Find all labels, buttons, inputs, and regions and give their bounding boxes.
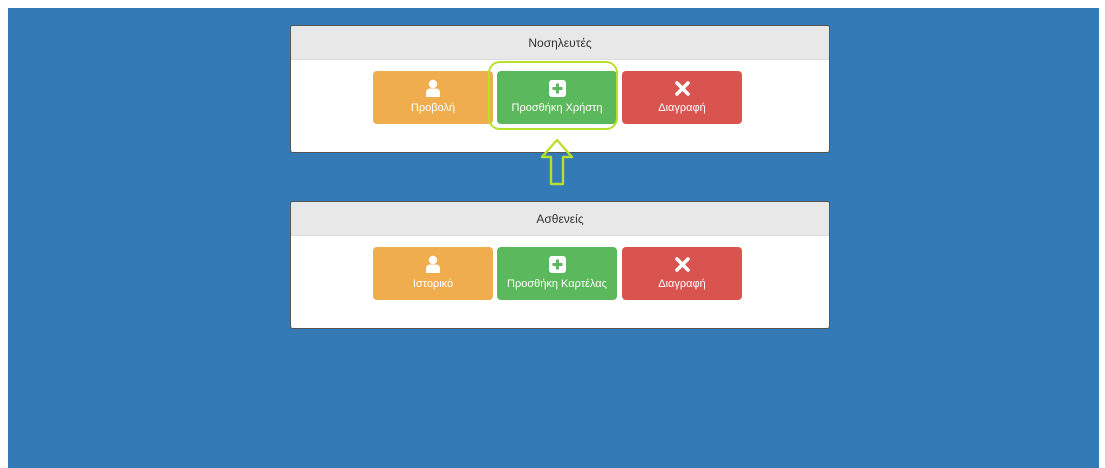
up-arrow-icon (540, 138, 574, 186)
view-button[interactable]: Προβολή (373, 71, 493, 124)
panel-title: Ασθενείς (291, 202, 829, 236)
panel-title: Νοσηλευτές (291, 26, 829, 60)
delete-nurse-button[interactable]: Διαγραφή (622, 71, 742, 124)
panel-patients: Ασθενείς Ιστορικό Προσθήκη Καρτέλας Διαγ… (290, 201, 830, 329)
add-record-button[interactable]: Προσθήκη Καρτέλας (497, 247, 617, 300)
delete-patient-button[interactable]: Διαγραφή (622, 247, 742, 300)
plus-square-icon (548, 253, 566, 275)
page-background: Νοσηλευτές Προβολή Προσθήκη Χρήστη Διαγρ… (8, 8, 1099, 468)
close-icon (674, 77, 690, 99)
user-icon (426, 77, 440, 99)
delete-patient-button-label: Διαγραφή (658, 278, 706, 290)
close-icon (674, 253, 690, 275)
view-button-label: Προβολή (410, 102, 456, 114)
history-button-label: Ιστορικό (412, 278, 454, 290)
highlight-ring (488, 61, 618, 130)
user-icon (426, 253, 440, 275)
history-button[interactable]: Ιστορικό (373, 247, 493, 300)
button-row: Ιστορικό Προσθήκη Καρτέλας Διαγραφή (291, 236, 829, 328)
add-record-button-label: Προσθήκη Καρτέλας (507, 278, 607, 290)
delete-nurse-button-label: Διαγραφή (658, 102, 706, 114)
